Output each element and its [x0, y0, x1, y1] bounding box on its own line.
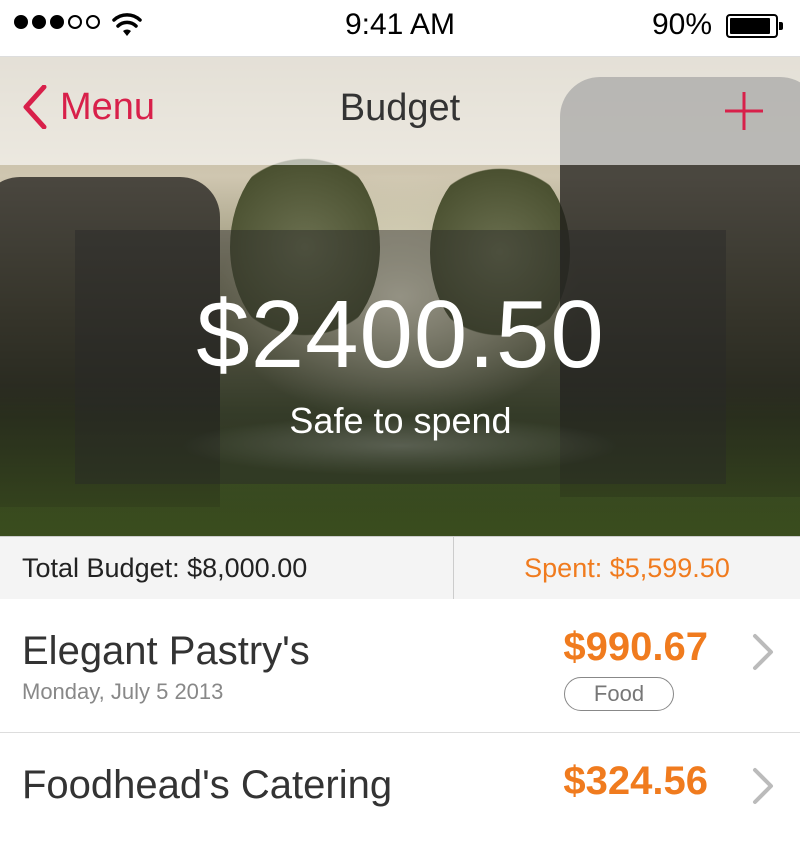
total-budget: Total Budget: $8,000.00: [0, 537, 454, 599]
nav-bar: Menu Budget: [0, 57, 800, 165]
status-bar: 9:41 AM 90%: [0, 0, 800, 57]
safe-to-spend-caption: Safe to spend: [289, 400, 512, 441]
battery-icon: [726, 14, 783, 38]
expense-row[interactable]: Foodhead's Catering $324.56: [0, 733, 800, 853]
page-title: Budget: [339, 87, 461, 129]
expense-row[interactable]: Elegant Pastry's Monday, July 5 2013 $99…: [0, 599, 800, 733]
chevron-right-icon: [753, 768, 773, 804]
expense-vendor: Foodhead's Catering: [22, 763, 393, 807]
safe-to-spend-panel: $2400.50 Safe to spend: [75, 230, 726, 484]
spent-total: Spent: $5,599.50: [524, 553, 730, 583]
safe-to-spend-amount: $2400.50: [196, 281, 605, 388]
expense-date: Monday, July 5 2013: [22, 679, 224, 704]
chevron-right-icon: [753, 634, 773, 670]
battery-tip: [779, 22, 783, 30]
expense-vendor: Elegant Pastry's: [22, 629, 310, 673]
battery-percent: 90%: [651, 8, 712, 41]
budget-totals-bar: Total Budget: $8,000.00 Spent: $5,599.50: [0, 536, 800, 600]
expense-amount: $990.67: [563, 625, 708, 669]
battery-fill: [730, 18, 770, 34]
plus-icon[interactable]: [724, 91, 764, 131]
expense-amount: $324.56: [563, 759, 708, 803]
category-tag: Food: [564, 677, 674, 711]
